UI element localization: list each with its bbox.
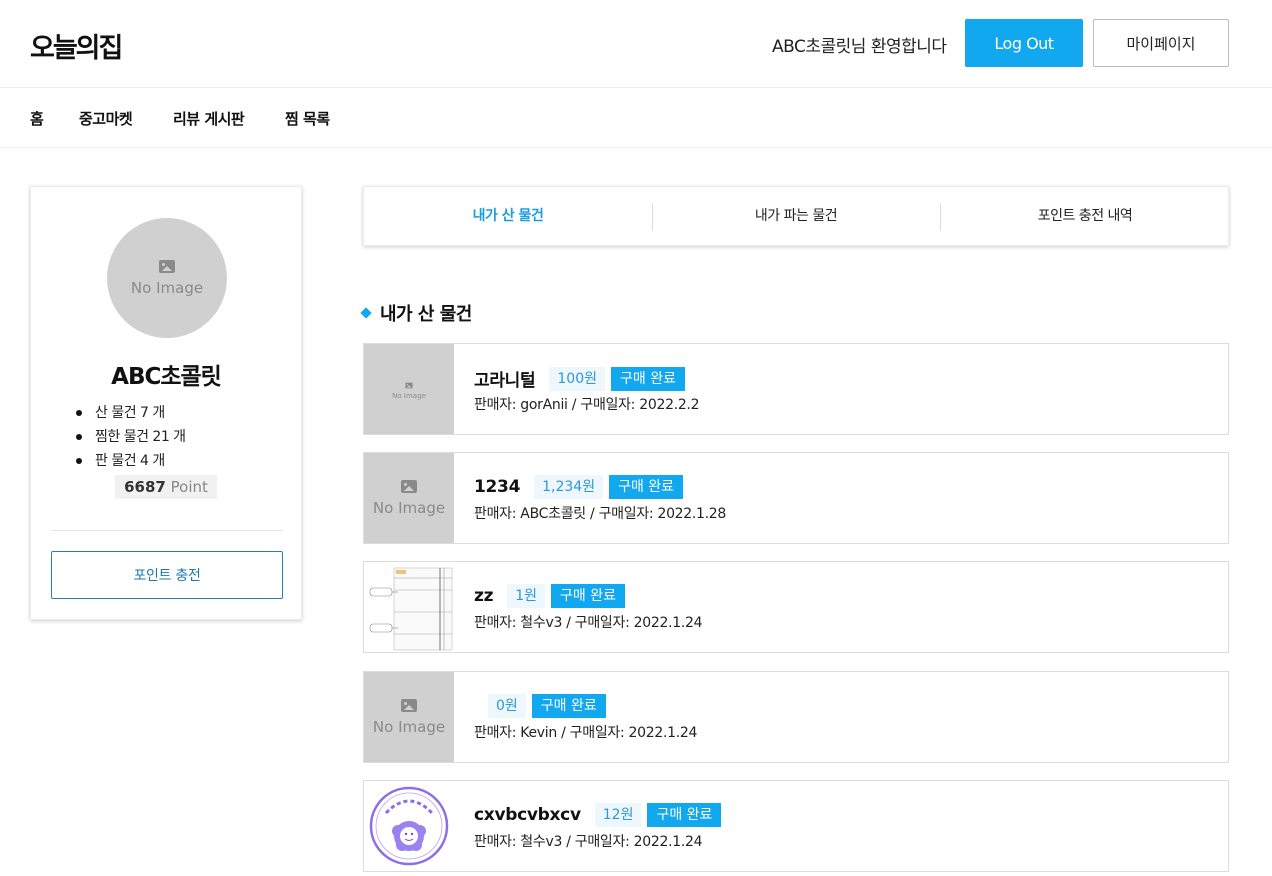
site-header: 오늘의집 ABC초콜릿님 환영합니다 Log Out 마이페이지 — [0, 0, 1272, 88]
image-icon — [401, 698, 417, 712]
item-name: 1234 — [474, 477, 521, 497]
point-unit: Point — [170, 478, 208, 496]
profile-stats: 산 물건 7 개 찜한 물건 21 개 판 물건 4 개 — [76, 403, 186, 475]
avatar-placeholder-text: No Image — [130, 278, 204, 297]
tab-bought-items[interactable]: 내가 산 물건 — [364, 187, 652, 245]
item-thumbnail — [364, 781, 454, 871]
image-icon — [405, 382, 413, 388]
thumb-placeholder-text: No Image — [372, 717, 446, 736]
price-badge: 12원 — [594, 803, 642, 827]
stat-wishlist-count: 찜한 물건 21 개 — [76, 427, 186, 451]
item-thumbnail — [364, 562, 454, 652]
item-thumbnail: No Image — [364, 453, 454, 543]
item-meta: 판매자: 철수v3 / 구매일자: 2022.1.24 — [474, 834, 703, 850]
stamp-thumbnail-icon — [369, 786, 449, 866]
purchase-item[interactable]: No Image 1234 1,234원 구매 완료 판매자: ABC초콜릿 /… — [363, 452, 1229, 544]
item-meta: 판매자: ABC초콜릿 / 구매일자: 2022.1.28 — [474, 506, 727, 522]
item-meta: 판매자: 철수v3 / 구매일자: 2022.1.24 — [474, 615, 703, 631]
nav-item-used-market[interactable]: 중고마켓 — [79, 108, 133, 129]
main-nav: 홈 중고마켓 리뷰 게시판 찜 목록 — [0, 88, 1272, 148]
purchase-item[interactable]: No Image 0원 구매 완료 판매자: Kevin / 구매일자: 202… — [363, 671, 1229, 763]
mypage-button[interactable]: 마이페이지 — [1093, 19, 1229, 67]
diamond-icon — [360, 307, 372, 319]
logout-button[interactable]: Log Out — [965, 19, 1083, 67]
image-icon — [401, 479, 417, 493]
stat-sold-count: 판 물건 4 개 — [76, 451, 186, 475]
thumb-placeholder-text: No Image — [392, 391, 426, 400]
nav-item-wishlist[interactable]: 찜 목록 — [285, 108, 330, 129]
status-badge: 구매 완료 — [531, 694, 606, 718]
purchase-item[interactable]: cxvbcvbxcv 12원 구매 완료 판매자: 철수v3 / 구매일자: 2… — [363, 780, 1229, 872]
section-title-text: 내가 산 물건 — [380, 304, 472, 325]
section-title: 내가 산 물건 — [360, 300, 472, 326]
welcome-message: ABC초콜릿님 환영합니다 — [772, 37, 947, 57]
item-name: 고라니털 — [474, 371, 536, 391]
nav-item-review-board[interactable]: 리뷰 게시판 — [173, 108, 245, 129]
profile-name: ABC초콜릿 — [111, 364, 222, 390]
tab-selling-items[interactable]: 내가 파는 물건 — [652, 187, 940, 245]
purchase-item[interactable]: No Image 고라니털 100원 구매 완료 판매자: gorAnii / … — [363, 343, 1229, 435]
avatar: No Image — [107, 218, 227, 338]
item-name: zz — [474, 586, 494, 606]
diagram-thumbnail-icon — [369, 567, 453, 651]
purchase-item[interactable]: zz 1원 구매 완료 판매자: 철수v3 / 구매일자: 2022.1.24 — [363, 561, 1229, 653]
status-badge: 구매 완료 — [610, 366, 685, 391]
point-balance: 6687 Point — [115, 475, 217, 499]
price-badge: 100원 — [549, 366, 605, 391]
item-thumbnail: No Image — [364, 672, 454, 762]
price-badge: 1,234원 — [534, 475, 604, 499]
price-badge: 1원 — [507, 584, 545, 608]
thumb-placeholder-text: No Image — [372, 498, 446, 517]
site-logo[interactable]: 오늘의집 — [30, 26, 123, 65]
item-thumbnail: No Image — [364, 344, 454, 434]
status-badge: 구매 완료 — [647, 803, 722, 827]
item-meta: 판매자: Kevin / 구매일자: 2022.1.24 — [474, 725, 698, 741]
item-name: cxvbcvbxcv — [474, 805, 581, 825]
status-badge: 구매 완료 — [551, 584, 625, 608]
profile-card: No Image ABC초콜릿 산 물건 7 개 찜한 물건 21 개 판 물건… — [30, 186, 302, 620]
stat-bought-count: 산 물건 7 개 — [76, 403, 186, 427]
status-badge: 구매 완료 — [609, 475, 684, 499]
image-icon — [159, 259, 175, 273]
charge-points-button[interactable]: 포인트 충전 — [51, 551, 283, 599]
nav-item-home[interactable]: 홈 — [30, 108, 44, 129]
item-meta: 판매자: gorAnii / 구매일자: 2022.2.2 — [474, 397, 700, 413]
tab-point-history[interactable]: 포인트 충전 내역 — [940, 187, 1230, 245]
card-divider — [51, 530, 283, 531]
point-value: 6687 — [124, 478, 166, 496]
mypage-tabs: 내가 산 물건 내가 파는 물건 포인트 충전 내역 — [363, 186, 1229, 246]
price-badge: 0원 — [488, 694, 526, 718]
